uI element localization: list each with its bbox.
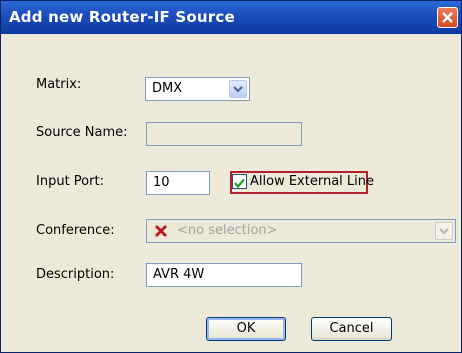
add-router-if-source-dialog: Add new Router-IF Source Matrix: DMX Sou… bbox=[0, 0, 462, 353]
close-button[interactable] bbox=[437, 7, 458, 28]
input-port-input[interactable]: 10 bbox=[146, 171, 210, 195]
ok-button[interactable]: OK bbox=[206, 317, 286, 341]
description-label: Description: bbox=[36, 267, 115, 282]
dialog-title: Add new Router-IF Source bbox=[9, 8, 235, 26]
input-port-label: Input Port: bbox=[36, 174, 104, 189]
source-name-label: Source Name: bbox=[36, 125, 128, 140]
chevron-down-icon bbox=[233, 86, 243, 93]
allow-external-checkbox[interactable] bbox=[232, 174, 247, 189]
matrix-dropdown-button[interactable] bbox=[229, 80, 247, 98]
description-input[interactable]: AVR 4W bbox=[146, 263, 302, 287]
conference-placeholder: <no selection> bbox=[177, 223, 278, 238]
matrix-select-value: DMX bbox=[152, 81, 183, 96]
source-name-input[interactable] bbox=[146, 122, 302, 146]
conference-label: Conference: bbox=[36, 223, 115, 238]
red-x-icon[interactable] bbox=[154, 224, 168, 238]
chevron-down-icon bbox=[439, 228, 449, 235]
cancel-button[interactable]: Cancel bbox=[311, 317, 392, 341]
matrix-label: Matrix: bbox=[36, 77, 82, 92]
conference-select[interactable]: <no selection> bbox=[146, 219, 456, 243]
matrix-select[interactable]: DMX bbox=[145, 77, 250, 101]
allow-external-label: Allow External Line bbox=[250, 174, 374, 189]
title-bar: Add new Router-IF Source bbox=[1, 1, 461, 34]
conference-dropdown-button[interactable] bbox=[435, 222, 453, 240]
close-icon bbox=[442, 12, 453, 23]
checkmark-icon bbox=[234, 178, 245, 189]
